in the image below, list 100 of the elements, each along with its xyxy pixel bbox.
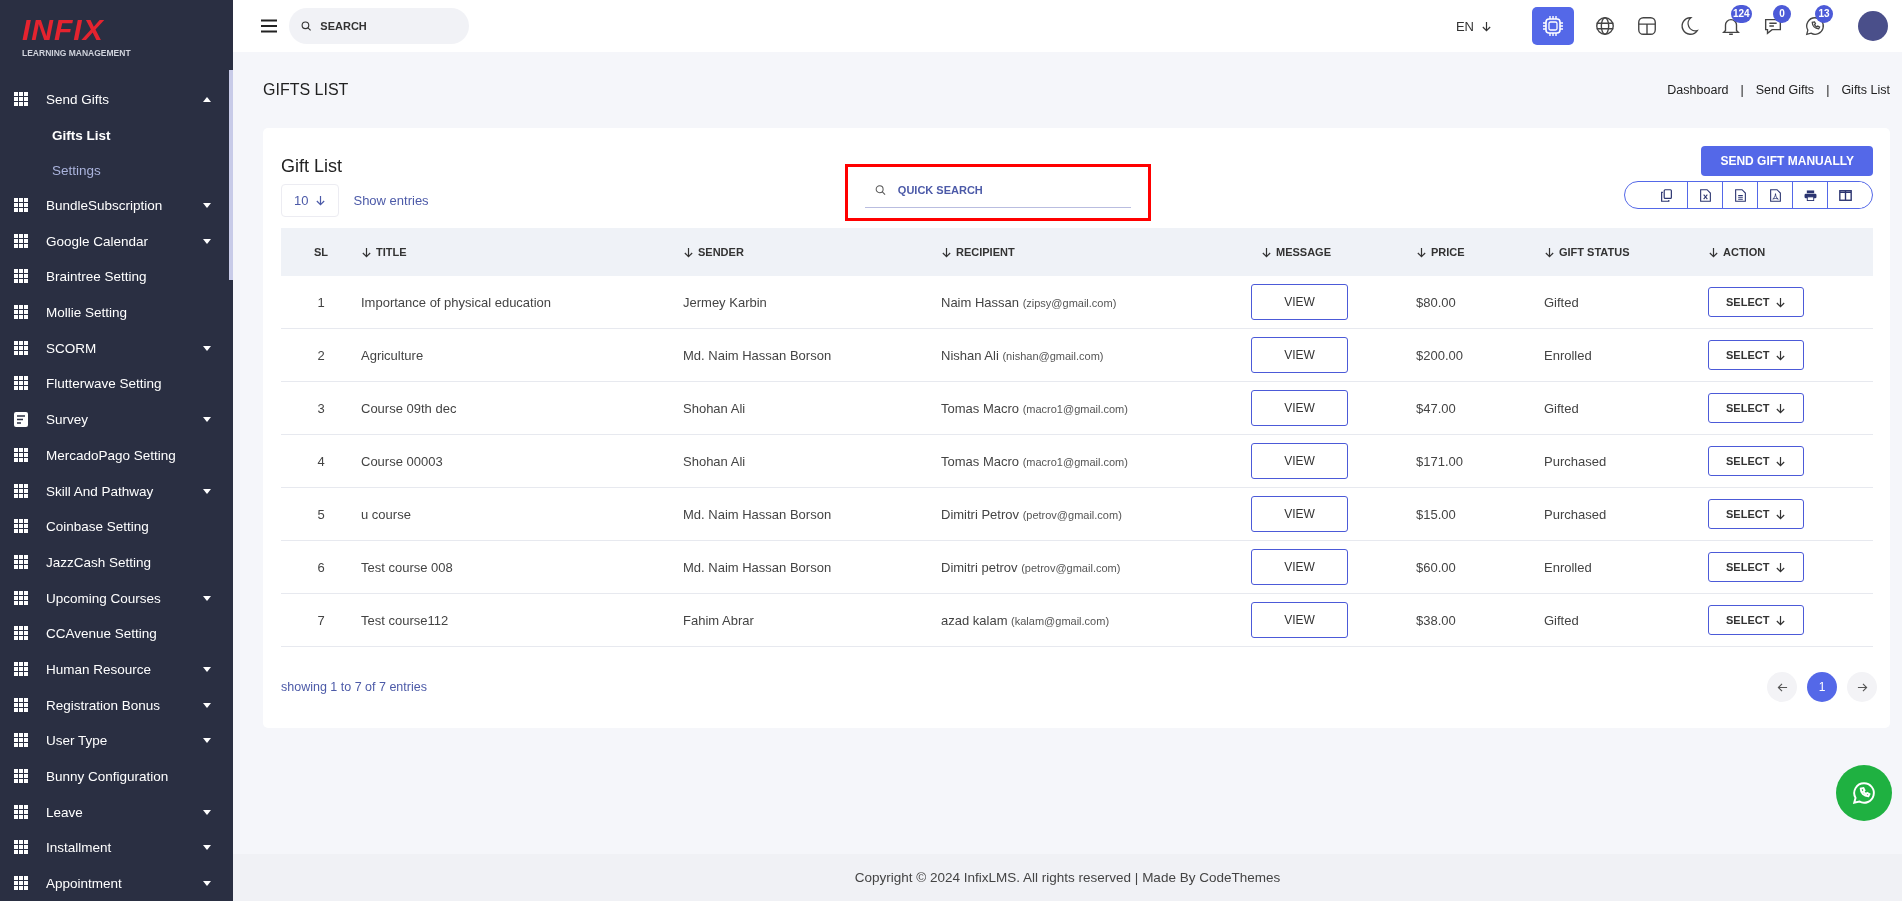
breadcrumb-link[interactable]: Dashboard bbox=[1667, 83, 1729, 97]
arrow-down-icon bbox=[1261, 246, 1272, 258]
view-button[interactable]: VIEW bbox=[1251, 337, 1348, 373]
table-cell-text: 4 bbox=[316, 453, 326, 469]
sidebar-item[interactable]: Braintree Setting bbox=[0, 259, 233, 295]
view-button[interactable]: VIEW bbox=[1251, 549, 1348, 585]
view-button[interactable]: VIEW bbox=[1251, 443, 1348, 479]
sidebar-item[interactable]: Appointment bbox=[0, 865, 233, 901]
table-cell-text: Importance of physical education bbox=[361, 294, 553, 310]
menu-icon[interactable] bbox=[261, 19, 277, 33]
sidebar-item[interactable]: JazzCash Setting bbox=[0, 544, 233, 581]
table-cell-text: $60.00 bbox=[1416, 559, 1457, 575]
ai-chip-button[interactable] bbox=[1532, 7, 1574, 45]
grid-icon bbox=[14, 447, 29, 463]
table-cell-text: Purchased bbox=[1544, 453, 1608, 469]
select-button[interactable]: SELECT bbox=[1708, 552, 1805, 582]
sidebar-item[interactable]: Bunny Configuration bbox=[0, 758, 233, 795]
select-button[interactable]: SELECT bbox=[1708, 340, 1805, 370]
send-gift-button[interactable]: SEND GIFT MANUALLY bbox=[1701, 146, 1873, 176]
table-cell-text: u course bbox=[361, 506, 412, 522]
breadcrumb-link[interactable]: Gifts List bbox=[1841, 83, 1890, 97]
select-button[interactable]: SELECT bbox=[1708, 393, 1805, 423]
sidebar-item[interactable]: Google Calendar bbox=[0, 223, 233, 260]
column-header[interactable]: GIFT STATUS bbox=[1544, 246, 1708, 258]
sidebar-item[interactable]: User Type bbox=[0, 723, 233, 759]
submenu-item[interactable]: Settings bbox=[0, 152, 233, 188]
avatar[interactable] bbox=[1858, 11, 1888, 41]
sidebar-item[interactable]: Upcoming Courses bbox=[0, 580, 233, 616]
sidebar-item[interactable]: MercadoPago Setting bbox=[0, 437, 233, 474]
view-button[interactable]: VIEW bbox=[1251, 284, 1348, 320]
column-header[interactable]: TITLE bbox=[361, 246, 683, 258]
sidebar-item[interactable]: Flutterwave Setting bbox=[0, 366, 233, 402]
sidebar-item[interactable]: Survey bbox=[0, 401, 233, 438]
sidebar-item[interactable]: Human Resource bbox=[0, 651, 233, 688]
pdf-file-icon bbox=[1769, 188, 1781, 202]
table-cell-text: Tomas Macro (macro1@gmail.com) bbox=[941, 453, 1129, 469]
sidebar-item[interactable]: SCORM bbox=[0, 330, 233, 367]
column-header[interactable]: MESSAGE bbox=[1261, 246, 1416, 258]
grid-icon bbox=[14, 340, 29, 356]
whatsapp-icon bbox=[1851, 780, 1877, 806]
column-header[interactable]: PRICE bbox=[1416, 246, 1544, 258]
sidebar-item[interactable]: Registration Bonus bbox=[0, 687, 233, 723]
table-cell-text: Jermey Karbin bbox=[683, 294, 768, 310]
view-button[interactable]: VIEW bbox=[1251, 602, 1348, 638]
globe-icon[interactable] bbox=[1594, 15, 1616, 37]
columns-button[interactable] bbox=[1827, 182, 1862, 208]
breadcrumb-separator: | bbox=[1740, 83, 1744, 97]
sidebar-item[interactable]: BundleSubscription bbox=[0, 187, 233, 224]
arrow-right-icon bbox=[1856, 681, 1868, 693]
search-field[interactable]: SEARCH bbox=[318, 10, 457, 42]
table-cell-text: $38.00 bbox=[1416, 612, 1457, 628]
table-cell-text: Gifted bbox=[1544, 612, 1580, 628]
submenu-item[interactable]: Gifts List bbox=[0, 117, 233, 153]
column-header[interactable]: RECIPIENT bbox=[941, 246, 1261, 258]
search-icon bbox=[301, 20, 312, 32]
layout-icon[interactable] bbox=[1636, 15, 1658, 37]
sidebar-item[interactable]: CCAvenue Setting bbox=[0, 615, 233, 652]
quick-search-box[interactable]: QUICK SEARCH bbox=[865, 173, 1131, 208]
page-title: GIFTS LIST bbox=[263, 81, 349, 99]
view-button[interactable]: VIEW bbox=[1251, 496, 1348, 532]
arrow-down-icon bbox=[1544, 246, 1555, 258]
column-header[interactable]: SENDER bbox=[683, 246, 941, 258]
grid-icon bbox=[14, 697, 29, 713]
sidebar-item[interactable]: Leave bbox=[0, 794, 233, 831]
page-button[interactable]: 1 bbox=[1807, 672, 1837, 702]
select-button[interactable]: SELECT bbox=[1708, 605, 1805, 635]
language-selector[interactable]: EN bbox=[1455, 18, 1492, 34]
whatsapp-icon[interactable] bbox=[1804, 15, 1826, 37]
moon-icon[interactable] bbox=[1678, 15, 1700, 37]
sidebar-item[interactable]: Mollie Setting bbox=[0, 294, 233, 331]
logo-wordmark: INFIX bbox=[22, 14, 104, 46]
arrow-down-icon bbox=[1775, 508, 1787, 520]
sidebar-item[interactable]: Send Gifts bbox=[0, 82, 233, 118]
view-button[interactable]: VIEW bbox=[1251, 390, 1348, 426]
table-cell-text: Test course112 bbox=[361, 612, 450, 628]
chip-icon bbox=[1541, 14, 1565, 38]
sidebar-item[interactable]: Skill And Pathway bbox=[0, 473, 233, 509]
select-button[interactable]: SELECT bbox=[1708, 287, 1805, 317]
breadcrumb-link[interactable]: Send Gifts bbox=[1755, 83, 1815, 97]
search-box[interactable]: SEARCH bbox=[289, 8, 469, 44]
copy-icon bbox=[1660, 188, 1672, 202]
column-header[interactable]: ACTION bbox=[1708, 246, 1873, 258]
table-cell-text: Naim Hassan (zipsy@gmail.com) bbox=[941, 294, 1118, 310]
form-icon bbox=[14, 412, 29, 428]
sidebar-item[interactable]: Installment bbox=[0, 830, 233, 866]
select-button[interactable]: SELECT bbox=[1708, 499, 1805, 529]
quick-search-field[interactable]: QUICK SEARCH bbox=[895, 174, 1131, 206]
arrow-down-icon bbox=[1416, 246, 1427, 258]
count-badge: 0 bbox=[1773, 5, 1791, 23]
whatsapp-chat-button[interactable] bbox=[1836, 765, 1892, 821]
sidebar-item[interactable]: Coinbase Setting bbox=[0, 508, 233, 545]
column-header[interactable]: SL bbox=[281, 246, 361, 258]
table-cell-text: Tomas Macro (macro1@gmail.com) bbox=[941, 400, 1129, 416]
grid-icon bbox=[14, 554, 29, 570]
arrow-down-icon bbox=[1775, 296, 1787, 308]
sidebar-scrollbar[interactable] bbox=[229, 70, 233, 280]
select-button[interactable]: SELECT bbox=[1708, 446, 1805, 476]
arrow-down-icon bbox=[1775, 455, 1787, 467]
page-size-select[interactable]: 10 bbox=[281, 184, 340, 217]
arrow-down-icon bbox=[683, 246, 694, 258]
